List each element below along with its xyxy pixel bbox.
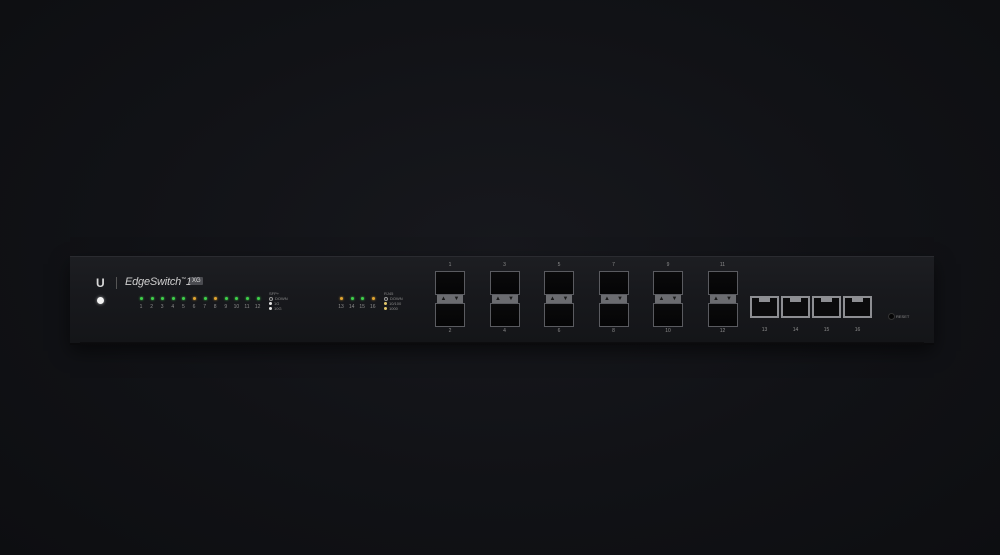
sfp-port[interactable] <box>435 303 465 327</box>
sfp-port[interactable] <box>653 303 683 327</box>
sfp-port[interactable] <box>598 271 629 295</box>
rj45-link-led-icon <box>371 297 375 300</box>
rj45-port[interactable] <box>843 296 872 318</box>
sfp-port-number: 7 <box>612 262 615 268</box>
arrow-down-icon: ▼ <box>453 296 460 302</box>
sfp-link-led-icon <box>171 297 175 300</box>
down-icon <box>384 296 388 301</box>
ubiquiti-logo: U <box>96 276 105 290</box>
arrow-down-icon: ▼ <box>562 296 569 302</box>
edgeswitch-front-panel: U EdgeSwitch™16 XG 123456789101112 SFP+ … <box>70 256 934 343</box>
rj45-led-legend: RJ45 DOWN 10/100 1000 <box>384 291 403 311</box>
sfp-cage-pair: ▲ ▼ <box>544 271 574 327</box>
sfp-cage-pair: ▲ ▼ <box>598 271 629 327</box>
sfp-cage-pair: ▲ ▼ <box>489 271 520 327</box>
sfp-link-led-icon <box>182 297 186 300</box>
sfp-latch: ▲ ▼ <box>655 295 681 303</box>
arrow-down-icon: ▼ <box>671 296 678 302</box>
arrow-up-icon: ▲ <box>604 296 610 302</box>
sfp-port[interactable] <box>544 303 574 327</box>
sfp-link-led-icon <box>235 297 239 300</box>
1g-icon <box>269 302 272 305</box>
sfp-port[interactable] <box>707 303 738 327</box>
rj45-link-led-icon <box>340 297 343 300</box>
sfp-latch: ▲ ▼ <box>491 295 518 303</box>
sfp-port-number: 3 <box>503 262 506 268</box>
arrow-up-icon: ▲ <box>658 296 665 302</box>
rj45-port[interactable] <box>781 296 810 318</box>
sfp-link-led-icon <box>214 297 218 300</box>
sfp-latch: ▲ ▼ <box>546 295 572 303</box>
brand-text: EdgeSwitch <box>125 276 182 288</box>
rj45-port-number: 16 <box>854 327 861 333</box>
arrow-up-icon: ▲ <box>440 296 447 302</box>
arrow-up-icon: ▲ <box>495 296 501 302</box>
sfp-link-led-icon <box>246 297 249 300</box>
sfp-port[interactable] <box>544 271 574 295</box>
sfp-led-number: 12 <box>254 304 261 310</box>
rj45-link-led-icon <box>361 297 365 300</box>
arrow-down-icon: ▼ <box>726 296 732 302</box>
10g-icon <box>269 307 272 310</box>
sfp-port-number: 1 <box>448 262 452 268</box>
sfp-port-number: 2 <box>448 328 452 334</box>
down-icon <box>269 296 273 301</box>
sfp-link-led-icon <box>150 297 154 300</box>
sfp-latch: ▲ ▼ <box>709 295 736 303</box>
rj45-led-number: 16 <box>370 304 376 310</box>
arrow-up-icon: ▲ <box>713 296 719 302</box>
sfp-port[interactable] <box>653 271 683 295</box>
brand-separator <box>116 277 117 289</box>
arrow-down-icon: ▼ <box>508 296 514 302</box>
sfp-port[interactable] <box>707 271 738 295</box>
sfp-link-led-icon <box>256 297 260 300</box>
rj45-port-number: 14 <box>792 327 799 333</box>
sfp-port-number: 8 <box>612 328 615 334</box>
reset-label: RESET <box>896 314 910 319</box>
sfp-port-number: 10 <box>665 328 671 334</box>
1000-icon <box>384 307 387 310</box>
sfp-latch: ▲ ▼ <box>600 295 627 303</box>
sfp-port-number: 6 <box>557 328 561 334</box>
sfp-cage-pair: ▲ ▼ <box>435 271 465 327</box>
reset-button[interactable] <box>888 313 895 320</box>
arrow-down-icon: ▼ <box>617 296 623 302</box>
rj45-legend-1000: 1000 <box>389 306 398 311</box>
sfp-link-led-icon <box>140 297 143 300</box>
sfp-port-number: 11 <box>719 262 726 268</box>
sfp-port-number: 9 <box>666 262 670 268</box>
10-100-icon <box>384 302 387 305</box>
arrow-up-icon: ▲ <box>549 296 556 302</box>
rj45-port[interactable] <box>750 296 779 318</box>
sfp-link-led-icon <box>203 297 207 300</box>
sfp-port[interactable] <box>489 271 520 295</box>
sfp-cage-pair: ▲ ▼ <box>653 271 683 327</box>
sfp-port[interactable] <box>435 271 465 295</box>
sfp-link-led-icon <box>224 297 228 300</box>
chassis-shadow <box>80 342 924 346</box>
sfp-cage-pair: ▲ ▼ <box>707 271 738 327</box>
rj45-port-number: 15 <box>823 327 830 333</box>
power-led-icon <box>97 297 104 304</box>
sfp-latch: ▲ ▼ <box>437 295 463 303</box>
sfp-link-led-icon <box>193 297 196 300</box>
rj45-port[interactable] <box>812 296 841 318</box>
sfp-port-number: 12 <box>719 328 726 334</box>
sfp-led-legend: SFP+ DOWN 1G 10G <box>269 291 288 311</box>
sfp-port[interactable] <box>489 303 520 327</box>
rj45-link-led-icon <box>350 297 354 300</box>
sfp-legend-10g: 10G <box>274 306 282 311</box>
sfp-port-number: 5 <box>557 262 561 268</box>
brand-name: EdgeSwitch™16 <box>125 276 198 288</box>
sfp-link-led-icon <box>161 297 165 300</box>
sfp-port-number: 4 <box>503 328 506 334</box>
rj45-port-number: 13 <box>761 327 768 333</box>
model-badge: XG <box>190 277 203 285</box>
sfp-port[interactable] <box>598 303 629 327</box>
